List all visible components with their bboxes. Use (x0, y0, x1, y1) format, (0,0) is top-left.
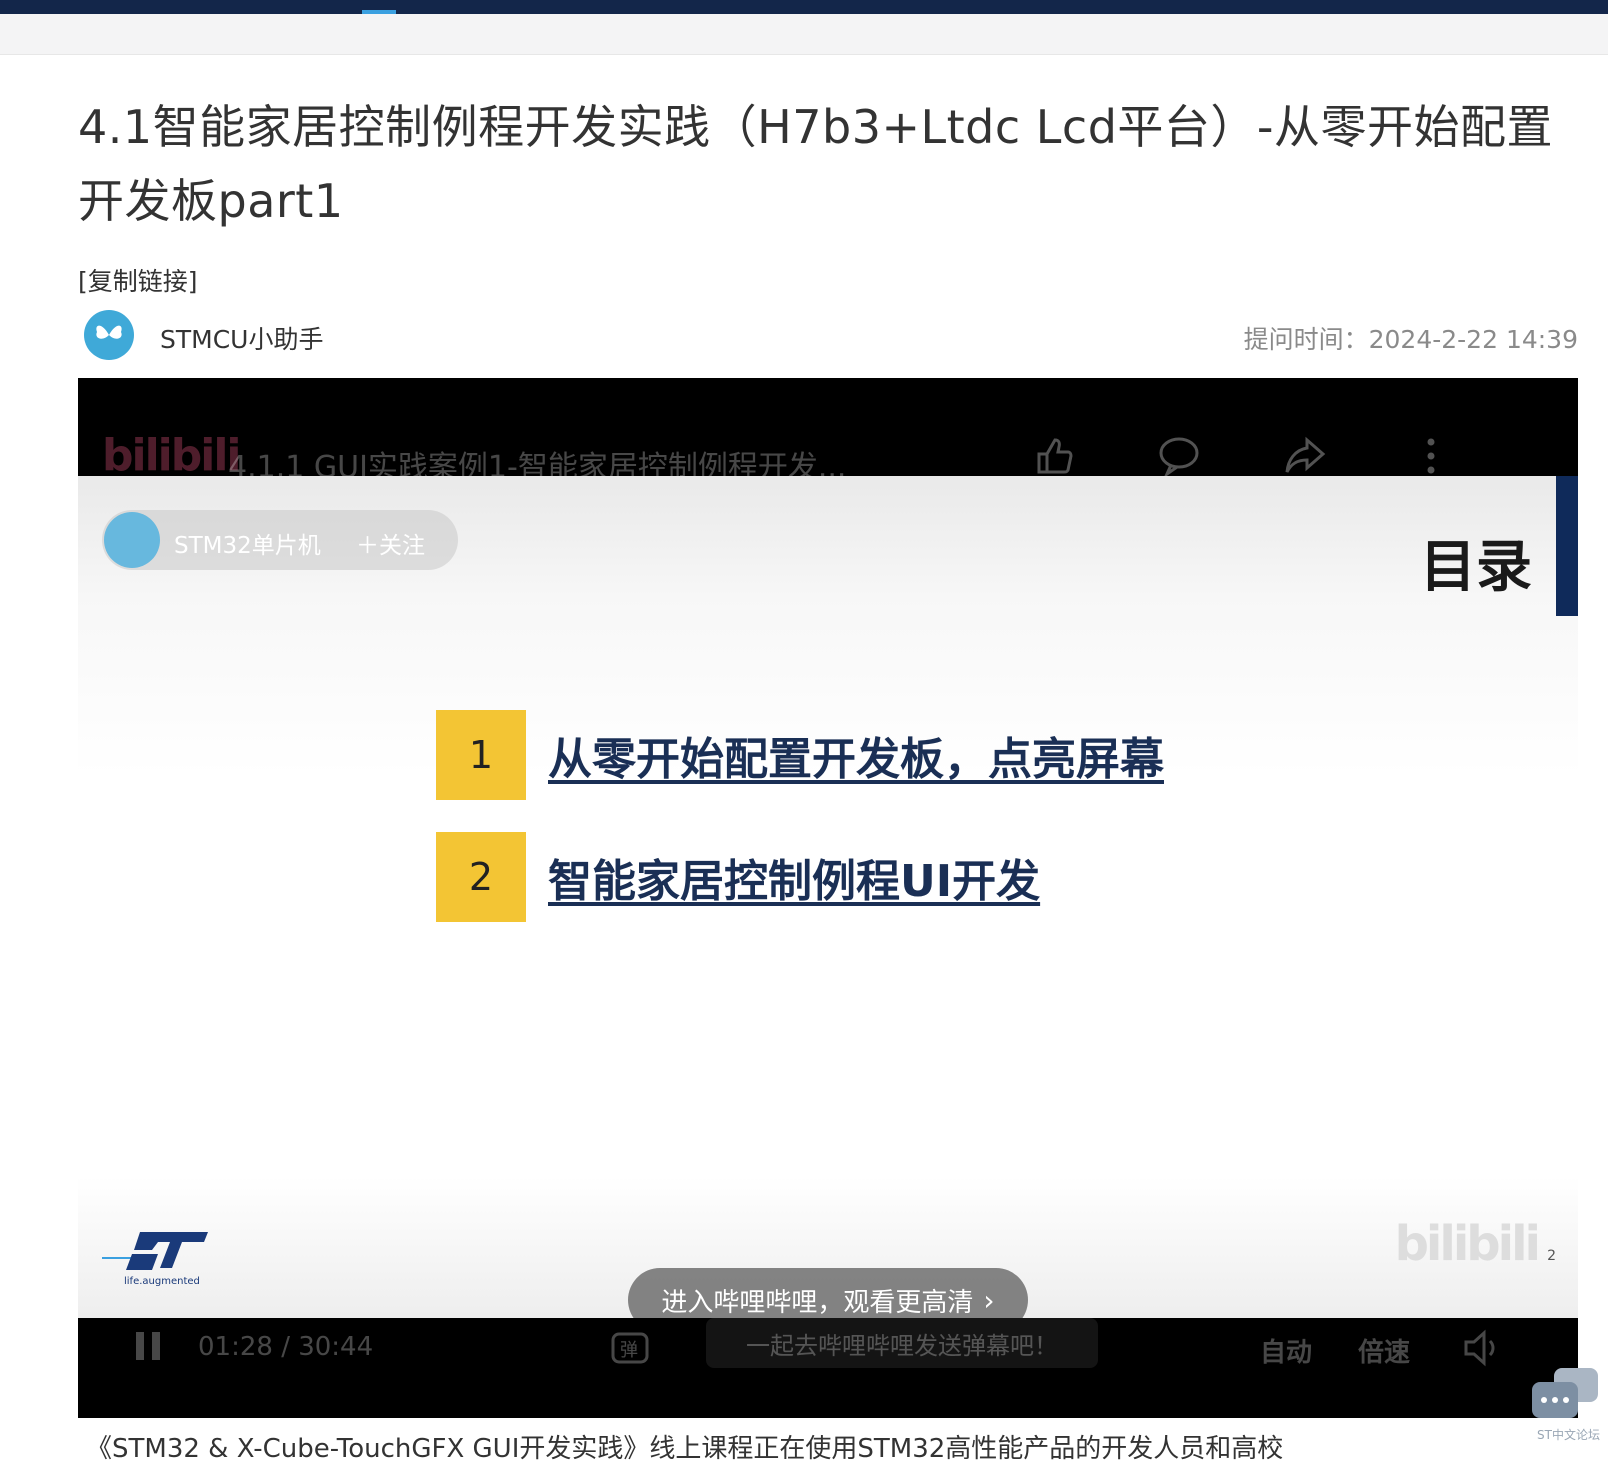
st-tagline: life.augmented (124, 1276, 200, 1287)
secondary-nav-bar (0, 14, 1608, 55)
author-name[interactable]: STMCU小助手 (160, 320, 323, 356)
post-body-text: 《STM32 & X-Cube-TouchGFX GUI开发实践》线上课程正在使… (86, 1434, 1284, 1464)
quality-selector[interactable]: 自动 (1260, 1332, 1312, 1369)
danmaku-toggle[interactable]: 弹 (610, 1328, 652, 1377)
author-avatar[interactable] (84, 310, 134, 360)
danmaku-icon: 弹 (611, 1332, 649, 1364)
video-frame[interactable]: STM32单片机 ＋关注 目录 1 从零开始配置开发板，点亮屏幕 2 智能家居控… (78, 476, 1578, 1332)
pause-button[interactable] (134, 1330, 162, 1369)
channel-name[interactable]: STM32单片机 (174, 526, 321, 560)
toc-heading: 目录 (1420, 535, 1532, 600)
slide-accent-bar (1556, 476, 1578, 616)
video-player[interactable]: bilibili 4.1.1 GUI实践案例1-智能家居控制例程开发... 11… (78, 378, 1578, 1418)
toc-item: 1 从零开始配置开发板，点亮屏幕 (436, 710, 1164, 800)
open-in-bilibili-label: 进入哔哩哔哩，观看更高清 (661, 1287, 974, 1318)
comment-icon (1159, 437, 1199, 479)
thumb-up-icon (1037, 438, 1073, 474)
player-controls: 01:28 / 30:44 弹 一起去哔哩哔哩发送弹幕吧！ 自动 倍速 (78, 1318, 1578, 1418)
watermark-number: 2 (1547, 1248, 1556, 1264)
chevron-right-icon: › (983, 1283, 995, 1317)
volume-button[interactable] (1462, 1328, 1504, 1375)
follow-button[interactable]: ＋关注 (356, 526, 425, 560)
svg-text:弹: 弹 (620, 1340, 638, 1361)
butterfly-icon (96, 325, 122, 339)
forum-label: ST中文论坛 (1537, 1428, 1600, 1442)
time-display: 01:28 / 30:44 (198, 1332, 374, 1362)
top-nav-bar (0, 0, 1608, 14)
toc-text: 从零开始配置开发板，点亮屏幕 (548, 734, 1164, 785)
danmaku-input[interactable]: 一起去哔哩哔哩发送弹幕吧！ (706, 1318, 1098, 1368)
more-icon (1427, 438, 1435, 474)
channel-avatar[interactable] (104, 512, 160, 568)
toc-item: 2 智能家居控制例程UI开发 (436, 832, 1040, 922)
post-title: 4.1智能家居控制例程开发实践（H7b3+Ltdc Lcd平台）-从零开始配置开… (78, 100, 1554, 228)
volume-icon (1464, 1329, 1495, 1367)
toc-number: 1 (436, 710, 526, 800)
speed-selector[interactable]: 倍速 (1358, 1332, 1410, 1369)
player-top-bar: bilibili 4.1.1 GUI实践案例1-智能家居控制例程开发... 11… (78, 378, 1578, 514)
copy-link-button[interactable]: [复制链接] (78, 262, 198, 298)
ask-time: 提问时间：2024-2-22 14:39 (1243, 325, 1578, 354)
toc-text: 智能家居控制例程UI开发 (548, 856, 1041, 907)
toc-number: 2 (436, 832, 526, 922)
bilibili-logo: bilibili (102, 430, 241, 481)
bilibili-watermark: bilibili (1394, 1216, 1541, 1272)
share-icon (1285, 436, 1326, 473)
pause-icon (136, 1332, 160, 1360)
